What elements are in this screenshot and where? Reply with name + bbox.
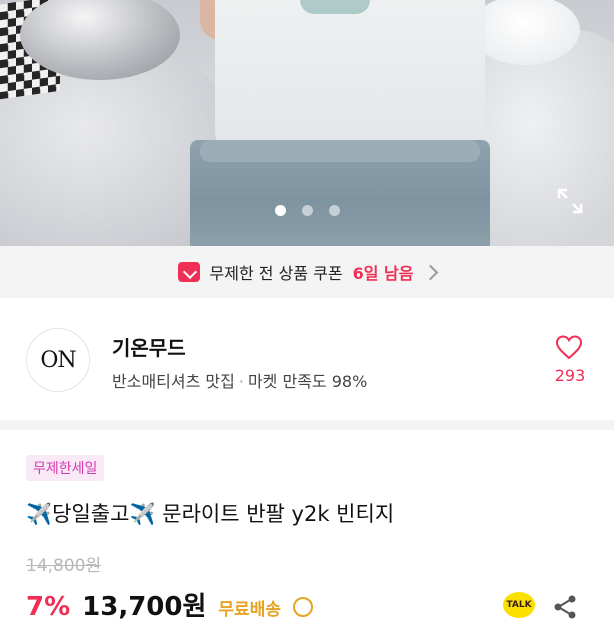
expand-icon[interactable] [556,187,584,215]
tshirt-print [300,0,370,14]
share-icon[interactable] [552,594,578,620]
title-part-1: 당일출고 [52,502,130,526]
product-image-carousel[interactable] [0,0,614,246]
original-price: 14,800원 [26,556,102,576]
info-icon[interactable] [292,597,313,617]
free-shipping-label: 무료배송 [218,600,281,620]
shop-tagline: 반소매티셔츠 맛집 [112,372,235,391]
price-row: 7% 13,700원 무료배송 [26,586,313,623]
chevron-right-icon [423,264,439,280]
product-title: ✈️당일출고✈️ 문라이트 반팔 y2k 빈티지 [26,498,394,528]
sale-badge: 무제한세일 [26,455,105,481]
section-divider [0,420,614,430]
coupon-banner[interactable]: 무제한 전 상품 쿠폰 6일 남음 [0,246,614,298]
carousel-dot[interactable] [274,205,286,216]
coupon-text: 무제한 전 상품 쿠폰 [209,264,343,283]
seller-card[interactable]: ON 기온무드 반소매티셔츠 맛집 · 마켓 만족도 98% 293 [0,298,614,420]
carousel-pagination [0,205,614,216]
jeans-waistband [200,140,480,162]
heart-icon[interactable] [555,334,583,360]
sale-price: 13,700원 [82,592,207,622]
shop-description: 반소매티셔츠 맛집 · 마켓 만족도 98% [112,368,367,392]
coupon-ticket-icon [177,262,200,282]
discount-rate: 7% [26,592,71,622]
airplane-icon: ✈️ [129,502,156,526]
shop-avatar[interactable]: ON [26,328,90,392]
like-count: 293 [554,366,586,385]
title-part-2: 문라이트 반팔 y2k 빈티지 [162,502,395,526]
talk-button[interactable]: TALK [503,592,535,618]
separator: · [238,372,244,391]
shop-satisfaction: 마켓 만족도 98% [247,372,368,391]
carousel-dot[interactable] [301,205,313,216]
carousel-dot[interactable] [328,205,340,216]
airplane-icon: ✈️ [26,502,53,526]
shop-name[interactable]: 기온무드 [112,332,186,361]
coupon-days-left: 6일 남음 [352,264,414,283]
